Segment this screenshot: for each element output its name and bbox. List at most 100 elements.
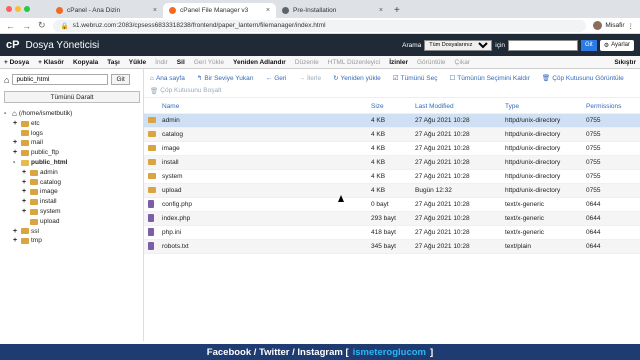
tree-node-label: tmp <box>31 237 42 245</box>
home-icon[interactable]: ⌂ <box>4 75 9 85</box>
expand-toggle-icon[interactable]: + <box>13 138 19 148</box>
nav-button-0[interactable]: ⌂ Ana sayfa <box>150 72 185 84</box>
nav-button-2[interactable]: ← Geri <box>266 72 287 84</box>
tree-node[interactable]: + catalog <box>4 178 139 188</box>
expand-toggle-icon[interactable]: + <box>13 227 19 237</box>
tree-node[interactable]: - ⌂ (/home/ismetbutik) <box>4 109 139 119</box>
expand-toggle-icon[interactable]: + <box>22 187 28 197</box>
path-input[interactable] <box>12 74 109 85</box>
tree-node[interactable]: + ssl <box>4 227 139 237</box>
close-window-icon[interactable] <box>6 6 12 12</box>
expand-toggle-icon[interactable]: + <box>22 197 28 207</box>
toolbar-button-4[interactable]: Yükle <box>129 59 146 66</box>
expand-toggle-icon[interactable]: + <box>13 148 19 158</box>
toolbar-button-2[interactable]: Kopyala <box>73 59 98 66</box>
browser-tab-cpanel-home[interactable]: cPanel - Ana Dizin × <box>50 3 163 18</box>
tree-node[interactable]: upload <box>4 217 139 227</box>
expand-toggle-icon[interactable]: + <box>22 178 28 188</box>
path-go-button[interactable]: Git <box>111 74 130 85</box>
tree-node[interactable]: + etc <box>4 119 139 129</box>
tree-node[interactable]: logs <box>4 129 139 139</box>
cell-size: 418 bayt <box>371 229 396 236</box>
toolbar-button-11[interactable]: İzinler <box>389 59 408 66</box>
expand-toggle-icon[interactable]: + <box>22 207 28 217</box>
column-header[interactable]: Permissions <box>586 103 626 110</box>
close-tab-icon[interactable]: × <box>153 7 157 14</box>
expand-toggle-icon[interactable]: + <box>13 119 19 129</box>
table-row[interactable]: catalog 4 KB 27 Ağu 2021 10:28 httpd/unix-d… <box>144 128 640 142</box>
table-row[interactable]: upload 4 KB Bugün 12:32 httpd/unix-director… <box>144 184 640 198</box>
search-go-button[interactable]: Git <box>581 39 597 51</box>
toolbar-button-7[interactable]: Geri Yükle <box>194 59 224 66</box>
maximize-window-icon[interactable] <box>24 6 30 12</box>
browser-tab-file-manager[interactable]: cPanel File Manager v3 × <box>163 3 276 18</box>
more-menu-icon[interactable]: ⋮ <box>628 22 635 30</box>
cell-type: text/x-generic <box>505 215 545 222</box>
tree-node-label: system <box>40 207 61 215</box>
address-bar-row: ← → ↻ 🔒 s1.webruz.com:2083/cpsess6833318… <box>0 18 640 34</box>
tree-node[interactable]: + install <box>4 197 139 207</box>
collapse-toggle-icon[interactable]: - <box>13 158 19 168</box>
new-tab-button[interactable]: + <box>394 5 400 16</box>
collapse-all-button[interactable]: Tümünü Daralt <box>4 91 140 103</box>
column-header[interactable]: Type <box>505 103 586 110</box>
tree-node[interactable]: + system <box>4 207 139 217</box>
nav-button-5[interactable]: ☑ Tümünü Seç <box>393 72 438 84</box>
expand-toggle-icon[interactable]: + <box>13 236 19 246</box>
table-row[interactable]: php.ini 418 bayt 27 Ağu 2021 10:28 text/x-g… <box>144 226 640 240</box>
reload-icon[interactable]: ↻ <box>38 20 46 31</box>
table-row[interactable]: admin 4 KB 27 Ağu 2021 10:28 httpd/unix-dir… <box>144 114 640 128</box>
toolbar-button-6[interactable]: Sil <box>177 59 185 66</box>
toolbar-button-9[interactable]: Düzenle <box>295 59 319 66</box>
nav-button-8[interactable]: 🗑 Çöp Kutusunu Boşalt <box>150 85 221 97</box>
toolbar-button-12[interactable]: Görüntüle <box>417 59 446 66</box>
folder-icon <box>21 238 29 245</box>
toolbar-button-10[interactable]: HTML Düzenleyici <box>328 59 381 66</box>
file-icon <box>144 199 158 210</box>
tree-node[interactable]: + mail <box>4 138 139 148</box>
select-all-icon: ☑ <box>392 75 399 82</box>
close-tab-icon[interactable]: × <box>379 7 383 14</box>
table-row[interactable]: system 4 KB 27 Ağu 2021 10:28 httpd/unix-di… <box>144 170 640 184</box>
toolbar-button-1[interactable]: + Klasör <box>38 59 64 66</box>
tree-node[interactable]: + admin <box>4 168 139 178</box>
column-header[interactable]: Last Modified <box>415 103 505 110</box>
toolbar-button-14[interactable]: Sıkıştır <box>614 59 636 66</box>
toolbar-button-8[interactable]: Yeniden Adlandır <box>233 59 286 66</box>
table-row[interactable]: image 4 KB 27 Ağu 2021 10:28 httpd/unix-dir… <box>144 142 640 156</box>
search-scope-select[interactable]: Tüm Dosyalarınız <box>424 39 493 51</box>
collapse-toggle-icon[interactable]: - <box>4 109 10 119</box>
settings-button[interactable]: ⚙ Ayarlar <box>599 39 634 51</box>
nav-button-7[interactable]: 🗑 Çöp Kutusunu Görüntüle <box>542 72 624 84</box>
tree-node[interactable]: + public_ftp <box>4 148 139 158</box>
nav-button-6[interactable]: ☐ Tümünün Seçimini Kaldır <box>449 72 529 84</box>
table-row[interactable]: config.php 0 bayt 27 Ağu 2021 10:28 text/x-… <box>144 198 640 212</box>
forward-arrow-icon[interactable]: → <box>22 21 31 31</box>
tree-node[interactable]: - public_html <box>4 158 139 168</box>
cpanel-logo[interactable]: cP <box>6 39 19 51</box>
profile-button[interactable]: Misafir ⋮ <box>593 21 634 30</box>
column-header[interactable]: Name <box>158 103 371 110</box>
table-row[interactable]: index.php 293 bayt 27 Ağu 2021 10:28 text/x… <box>144 212 640 226</box>
nav-button-4[interactable]: ↻ Yeniden yükle <box>333 72 381 84</box>
browser-tab-pre-installation[interactable]: Pre-Installation × <box>276 3 389 18</box>
back-arrow-icon[interactable]: ← <box>6 21 15 31</box>
toolbar-button-0[interactable]: + Dosya <box>4 59 29 66</box>
close-tab-icon[interactable]: × <box>266 7 270 14</box>
nav-button-1[interactable]: ↰ Bir Seviye Yukarı <box>197 72 254 84</box>
social-footer: Facebook / Twitter / Instagram [ ismeter… <box>0 344 640 360</box>
toolbar-button-5[interactable]: İndir <box>155 59 168 66</box>
tree-node[interactable]: + tmp <box>4 236 139 246</box>
cell-date: Bugün 12:32 <box>415 187 452 194</box>
tree-node[interactable]: + image <box>4 187 139 197</box>
url-field[interactable]: 🔒 s1.webruz.com:2083/cpsess6833318238/fr… <box>52 19 587 32</box>
table-row[interactable]: install 4 KB 27 Ağu 2021 10:28 httpd/unix-d… <box>144 156 640 170</box>
search-input[interactable] <box>508 39 579 51</box>
expand-toggle-icon[interactable]: + <box>22 168 28 178</box>
column-header[interactable]: Size <box>371 103 415 110</box>
toolbar-button-3[interactable]: Taşı <box>107 59 120 66</box>
minimize-window-icon[interactable] <box>15 6 21 12</box>
table-row[interactable]: robots.txt 345 bayt 27 Ağu 2021 10:28 text/… <box>144 240 640 254</box>
toolbar-button-13[interactable]: Çıkar <box>455 59 471 66</box>
nav-button-3[interactable]: → İlerle <box>298 72 321 84</box>
